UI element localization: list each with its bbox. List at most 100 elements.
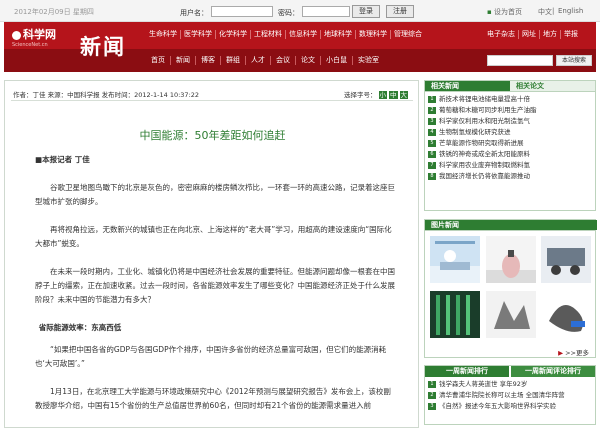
lang-chinese-link[interactable]: 中文	[538, 7, 552, 17]
ranking-item[interactable]: 1 钱学森夫人蒋英逝世 享年92岁	[428, 379, 595, 390]
logo-subtext: ScienceNet.cn	[12, 42, 48, 48]
related-news-item[interactable]: 7 科学家用农业废弃物制取燃料氢	[428, 160, 595, 171]
username-input[interactable]	[211, 6, 273, 17]
site-search-input[interactable]	[487, 55, 553, 66]
meta-divider	[11, 100, 413, 101]
lang-english-link[interactable]: English	[558, 7, 583, 15]
tab-related-news[interactable]: 相关新闻	[425, 81, 510, 91]
font-size-selector: 选择字号：小中大	[342, 89, 408, 99]
related-box: 相关新闻 相关论文 1 新技术将锂电池储电量提高十倍 2 葡萄糖和木糖可同步利用生产油…	[424, 80, 596, 211]
related-news-item[interactable]: 5 芒草能源作物研究取得新进展	[428, 138, 595, 149]
article-body: ■本报记者 丁佳谷歌卫星地图鸟瞰下的北京是灰色的，密密麻麻的楼房鳞次栉比，一环套…	[35, 153, 397, 427]
nav-papers[interactable]: 论文	[296, 56, 321, 65]
tab-week-comment-rank[interactable]: 一周新闻评论排行	[511, 366, 595, 377]
home-icon: ▪	[487, 8, 492, 16]
list-item-text: 葡萄糖和木糖可同步利用生产油脂	[439, 106, 537, 114]
list-item-text: 钱学森夫人蒋英逝世 享年92岁	[439, 380, 528, 388]
nav-mouse[interactable]: 小白鼠	[321, 56, 353, 65]
nav-management[interactable]: 管理综合	[391, 30, 425, 39]
related-news-list: 1 新技术将锂电池储电量提高十倍 2 葡萄糖和木糖可同步利用生产油脂 3 科学家仅利用水和…	[425, 92, 595, 182]
nav-e-magazine[interactable]: 电子杂志	[484, 30, 519, 39]
article-paragraph: 谷歌卫星地图鸟瞰下的北京是灰色的，密密麻麻的楼房鳞次栉比，一环套一环的高速公路，…	[35, 183, 395, 206]
password-input[interactable]	[302, 6, 350, 17]
article-meta: 作者：丁佳 来源：中国科学报 发布时间：2012-1-14 10:37:22	[13, 91, 200, 99]
nav-meetings[interactable]: 会议	[271, 56, 296, 65]
related-news-item[interactable]: 3 科学家仅利用水和阳光制造氢气	[428, 116, 595, 127]
set-homepage-label: 设为首页	[493, 8, 522, 16]
article-title: 中国能源：50年差距如何追赶	[139, 129, 286, 142]
nav-information-science[interactable]: 信息科学	[286, 30, 321, 39]
related-news-item[interactable]: 4 生物制氢规模化研究获进	[428, 127, 595, 138]
nav-groups[interactable]: 群组	[221, 56, 246, 65]
picture-news-title: 图片新闻	[425, 220, 597, 230]
header-right-nav: 电子杂志 网址 地方 举报	[484, 30, 581, 39]
article-byline: ■本报记者 丁佳	[35, 155, 90, 164]
tab-week-news-rank[interactable]: 一周新闻排行	[425, 366, 509, 377]
related-news-item[interactable]: 6 铁锈的神奇或成全新太阳能原料	[428, 149, 595, 160]
list-number-badge: 3	[428, 403, 436, 410]
nav-medical-science[interactable]: 医学科学	[181, 30, 216, 39]
list-number-badge: 5	[428, 140, 436, 147]
nav-local[interactable]: 地方	[540, 30, 561, 39]
list-number-badge: 2	[428, 107, 436, 114]
article-paragraph: 再将视角拉远，无数新兴的城镇也正在向北京、上海这样的“老大哥”学习，用超高的建设…	[35, 225, 392, 248]
lang-separator: |	[552, 7, 555, 15]
nav-math-physics[interactable]: 数理科学	[356, 30, 391, 39]
register-button[interactable]: 注册	[386, 5, 414, 18]
font-size-label: 选择字号：	[344, 91, 377, 99]
list-number-badge: 1	[428, 381, 436, 388]
login-button[interactable]: 登录	[352, 5, 380, 18]
site-search-button[interactable]: 本站搜索	[556, 55, 592, 66]
ranking-item[interactable]: 3 《自然》报述今年五大影响世界科学实验	[428, 401, 595, 412]
article-subheading: 省际能源效率：东高西低	[38, 323, 122, 332]
list-number-badge: 8	[428, 173, 436, 180]
font-size-medium[interactable]: 中	[389, 91, 398, 99]
primary-discipline-nav: 生命科学 医学科学 化学科学 工程材料 信息科学 地球科学 数理科学 管理综合	[146, 30, 425, 39]
ranking-item[interactable]: 2 清华曹浦华院院长称可以主场 全国清华阵营	[428, 390, 595, 401]
list-number-badge: 2	[428, 392, 436, 399]
picture-news-1[interactable]	[430, 236, 480, 283]
secondary-nav: 首页 新闻 博客 群组 人才 会议 论文 小白鼠 实验室	[146, 56, 384, 65]
article-paragraph: 1月13日，在北京理工大学能源与环境政策研究中心《2012年预测与展望研究报告》…	[35, 387, 391, 410]
list-item-text: 铁锈的神奇或成全新太阳能原料	[439, 150, 530, 158]
list-item-text: 科学家仅利用水和阳光制造氢气	[439, 117, 530, 125]
nav-report[interactable]: 举报	[561, 30, 581, 39]
picture-news-6[interactable]	[541, 291, 591, 338]
nav-blog[interactable]: 博客	[196, 56, 221, 65]
font-size-large[interactable]: 大	[399, 91, 408, 99]
list-number-badge: 3	[428, 118, 436, 125]
nav-home[interactable]: 首页	[146, 56, 171, 65]
picture-news-4[interactable]	[430, 291, 480, 338]
picture-news-box: 图片新闻 ▶ >>更多	[424, 219, 597, 358]
picture-news-3[interactable]	[541, 236, 591, 283]
nav-news[interactable]: 新闻	[171, 56, 196, 65]
nav-url-directory[interactable]: 网址	[519, 30, 540, 39]
related-news-item[interactable]: 2 葡萄糖和木糖可同步利用生产油脂	[428, 105, 595, 116]
nav-life-science[interactable]: 生命科学	[146, 30, 181, 39]
picture-news-2[interactable]	[486, 236, 536, 283]
site-logo[interactable]: 科学网 ScienceNet.cn	[12, 26, 56, 48]
top-login-bar: 2012年02月09日 星期四 用户名： 密码： 登录 注册 ▪ 设为首页 中文…	[0, 0, 600, 22]
nav-lab[interactable]: 实验室	[353, 56, 384, 65]
article-panel: 作者：丁佳 来源：中国科学报 发布时间：2012-1-14 10:37:22 选…	[4, 80, 419, 428]
nav-talent[interactable]: 人才	[246, 56, 271, 65]
related-news-item[interactable]: 1 新技术将锂电池储电量提高十倍	[428, 94, 595, 105]
set-homepage-link[interactable]: ▪ 设为首页	[487, 7, 522, 17]
tab-related-papers[interactable]: 相关论文	[510, 81, 595, 91]
picture-news-5[interactable]	[486, 291, 536, 338]
list-item-text: 新技术将锂电池储电量提高十倍	[439, 95, 530, 103]
related-news-item[interactable]: 8 我国经济增长仍将依靠能源推动	[428, 171, 595, 182]
list-number-badge: 6	[428, 151, 436, 158]
nav-engineering[interactable]: 工程材料	[251, 30, 286, 39]
font-size-small[interactable]: 小	[378, 91, 387, 99]
logo-emblem-icon	[12, 30, 21, 40]
list-item-text: 《自然》报述今年五大影响世界科学实验	[439, 402, 556, 410]
article-paragraph: “如果把中国各省的GDP与各国GDP作个排序，中国许多省份的经济总量富可敌国，但…	[35, 345, 387, 368]
list-number-badge: 7	[428, 162, 436, 169]
picture-news-more-link[interactable]: ▶ >>更多	[558, 347, 589, 357]
picture-news-header: 图片新闻	[425, 220, 597, 231]
nav-earth-science[interactable]: 地球科学	[321, 30, 356, 39]
list-item-text: 科学家用农业废弃物制取燃料氢	[439, 161, 530, 169]
nav-chemistry[interactable]: 化学科学	[216, 30, 251, 39]
more-arrow-icon: ▶	[558, 349, 564, 357]
